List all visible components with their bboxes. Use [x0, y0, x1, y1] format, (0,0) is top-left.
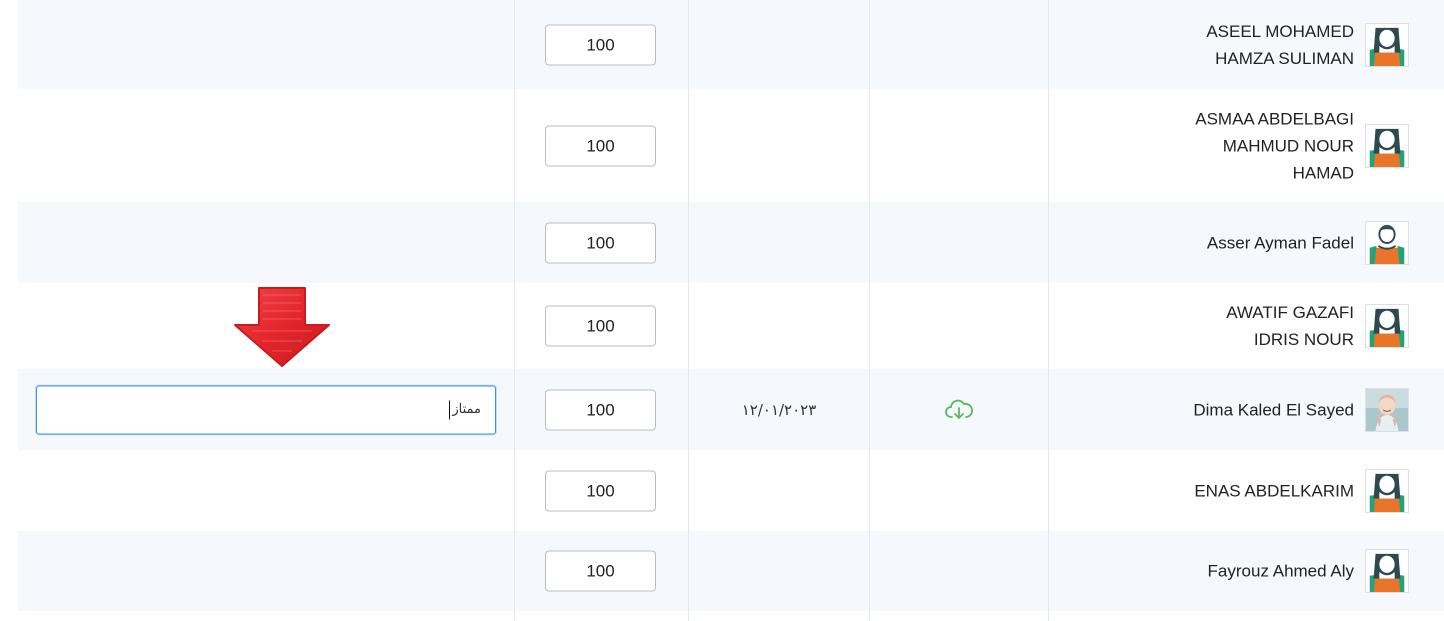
student-cell: ENAS ABDELKARIM [1049, 450, 1444, 531]
date-cell [689, 202, 869, 283]
grade-input[interactable]: 100 [545, 305, 656, 347]
student-cell: Dima Kaled El Sayed [1049, 369, 1444, 450]
table-row: 100 Asser Ayman Fadel [18, 202, 1444, 283]
student-name: ASMAA ABDELBAGI MAHMUD NOUR HAMAD [1195, 109, 1354, 182]
date-cell [689, 450, 869, 531]
note-cell [18, 0, 514, 89]
date-cell [689, 0, 869, 89]
student-cell: AWATIF GAZAFI IDRIS NOUR [1049, 283, 1444, 369]
student-photo [1365, 387, 1409, 432]
date-cell [689, 89, 869, 202]
student-cell: Asser Ayman Fadel [1049, 202, 1444, 283]
student-name: ENAS ABDELKARIM [1194, 481, 1354, 500]
file-cell [870, 0, 1048, 89]
grade-input[interactable]: 100 [545, 222, 656, 263]
student-name: Asser Ayman Fadel [1206, 233, 1354, 252]
note-input[interactable]: ممتاز [36, 385, 496, 434]
text-caret [449, 400, 450, 419]
file-cell [870, 89, 1048, 202]
table-row: ممتاز 100 ١٢/٠١/٢٠٢٣ Dima Kaled El Sayed [18, 369, 1444, 450]
grade-cell: 100 [515, 283, 688, 369]
grade-cell: 100 [515, 202, 688, 283]
student-cell: ASEEL MOHAMED HAMZA SULIMAN [1049, 0, 1444, 89]
table-row: 100 ASMAA ABDELBAGI MAHMUD NOUR HAMAD [18, 89, 1444, 202]
date-cell [689, 531, 869, 611]
date-cell: ١٢/٠١/٢٠٢٣ [689, 369, 869, 450]
file-cell [870, 369, 1048, 450]
grade-cell: 100 [515, 450, 688, 531]
note-cell [18, 450, 514, 531]
male-placeholder-icon [1365, 220, 1409, 265]
cloud-download-icon[interactable] [944, 398, 974, 422]
grade-cell: 100 [515, 89, 688, 202]
female-placeholder-icon [1365, 22, 1409, 67]
red-down-arrow [234, 287, 330, 367]
column-divider [869, 0, 870, 621]
grade-input[interactable]: 100 [545, 125, 656, 166]
table-row: 100 ASEEL MOHAMED HAMZA SULIMAN [18, 0, 1444, 89]
grade-input[interactable]: 100 [545, 389, 656, 430]
female-placeholder-icon [1365, 304, 1409, 348]
file-cell [870, 450, 1048, 531]
table-row: 100 ENAS ABDELKARIM [18, 450, 1444, 531]
student-cell: Fayrouz Ahmed Aly [1049, 531, 1444, 611]
grade-input[interactable]: 100 [545, 550, 656, 592]
file-cell [870, 202, 1048, 283]
student-name: Dima Kaled El Sayed [1193, 400, 1354, 419]
column-divider [1048, 0, 1049, 621]
female-placeholder-icon [1365, 123, 1409, 168]
grade-cell: 100 [515, 0, 688, 89]
note-cell [18, 89, 514, 202]
student-name: ASEEL MOHAMED HAMZA SULIMAN [1206, 21, 1354, 68]
note-text: ممتاز [452, 402, 481, 417]
grade-input[interactable]: 100 [545, 470, 656, 511]
file-cell [870, 531, 1048, 611]
note-cell [18, 531, 514, 611]
grade-cell: 100 [515, 369, 688, 450]
note-cell: ممتاز [18, 369, 514, 450]
note-cell [18, 202, 514, 283]
student-name: Fayrouz Ahmed Aly [1207, 561, 1354, 581]
date-cell [689, 283, 869, 369]
student-cell: ASMAA ABDELBAGI MAHMUD NOUR HAMAD [1049, 89, 1444, 202]
female-placeholder-icon [1365, 468, 1409, 513]
file-cell [870, 283, 1048, 369]
submission-date: ١٢/٠١/٢٠٢٣ [741, 400, 817, 419]
grade-input[interactable]: 100 [545, 24, 656, 65]
table-row: 100 Fayrouz Ahmed Aly [18, 531, 1444, 611]
column-divider [514, 0, 515, 621]
column-divider [688, 0, 689, 621]
female-placeholder-icon [1365, 549, 1409, 593]
student-name: AWATIF GAZAFI IDRIS NOUR [1226, 303, 1354, 349]
grade-cell: 100 [515, 531, 688, 611]
